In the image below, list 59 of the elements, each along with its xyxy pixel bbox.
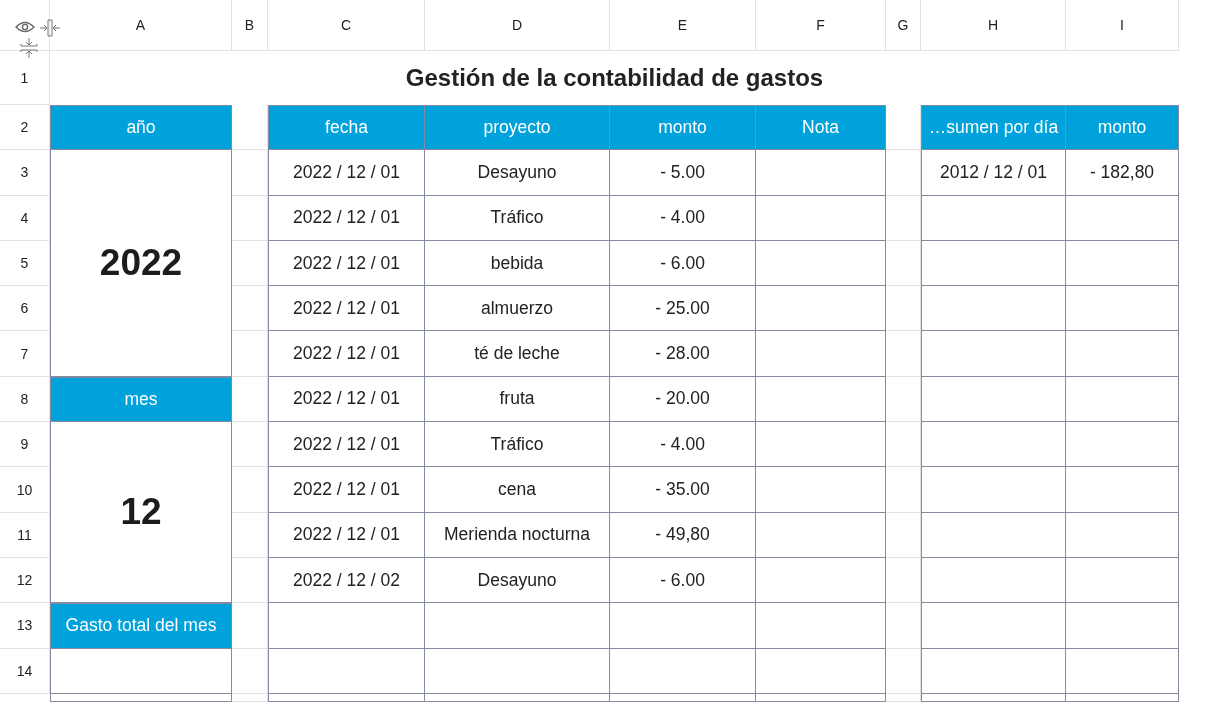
table-cell: 2022 / 12 / 01 xyxy=(268,240,425,287)
column-header[interactable]: F xyxy=(756,0,886,51)
column-header[interactable]: H xyxy=(921,0,1066,51)
table-cell: 2022 / 12 / 01 xyxy=(268,331,425,377)
table-cell: - 5.00 xyxy=(610,150,756,196)
table-cell: 2022 / 12 / 02 xyxy=(268,557,425,604)
table-cell: - 6.00 xyxy=(610,557,756,604)
table-cell: - 6.00 xyxy=(610,240,756,287)
table-cell: - 4.00 xyxy=(610,195,756,241)
table-cell: 2022 / 12 / 01 xyxy=(268,286,425,332)
header-cell: Gasto total del mes xyxy=(50,603,232,649)
table-cell: - 35.00 xyxy=(610,467,756,513)
table-cell: Tráfico xyxy=(425,422,610,468)
table-cell: 2022 / 12 / 01 xyxy=(268,195,425,241)
table-cell: - 4.00 xyxy=(610,422,756,468)
table-cell: bebida xyxy=(425,240,610,287)
table-cell: fruta xyxy=(425,376,610,423)
column-resize-icon[interactable] xyxy=(39,19,61,37)
table-cell: 2022 / 12 / 01 xyxy=(268,467,425,513)
header-cell: fecha xyxy=(268,105,425,151)
row-number[interactable]: 1 xyxy=(0,51,50,105)
table-cell: 2022 / 12 / 01 xyxy=(268,376,425,423)
header-cell: mes xyxy=(50,376,232,423)
table-cell: almuerzo xyxy=(425,286,610,332)
table-cell: - 28.00 xyxy=(610,331,756,377)
empty-cell[interactable] xyxy=(50,648,232,694)
table-cell: Tráfico xyxy=(425,195,610,241)
header-cell: monto xyxy=(610,105,756,151)
table-cell: - 182,80 xyxy=(1066,150,1179,196)
column-header[interactable]: B xyxy=(232,0,268,51)
header-cell: Nota xyxy=(756,105,886,151)
table-cell: Desayuno xyxy=(425,150,610,196)
table-cell: - 49,80 xyxy=(610,512,756,558)
column-header[interactable]: A xyxy=(50,0,232,51)
header-cell: año xyxy=(50,105,232,151)
column-header[interactable]: D xyxy=(425,0,610,51)
month-value: 12 xyxy=(50,422,232,604)
table-cell: 2022 / 12 / 01 xyxy=(268,512,425,558)
table-cell: 2022 / 12 / 01 xyxy=(268,150,425,196)
table-cell: Merienda nocturna xyxy=(425,512,610,558)
table-cell: - 20.00 xyxy=(610,376,756,423)
column-header[interactable]: C xyxy=(268,0,425,51)
table-cell: té de leche xyxy=(425,331,610,377)
row-resize-icon[interactable] xyxy=(20,38,38,58)
column-header[interactable]: E xyxy=(610,0,756,51)
column-header[interactable]: I xyxy=(1066,0,1179,51)
table-cell: Desayuno xyxy=(425,557,610,604)
header-cell: monto xyxy=(1066,105,1179,151)
empty-cell[interactable] xyxy=(50,693,232,702)
table-cell: - 25.00 xyxy=(610,286,756,332)
column-header[interactable]: G xyxy=(886,0,921,51)
header-cell: proyecto xyxy=(425,105,610,151)
sheet-title: Gestión de la contabilidad de gastos xyxy=(404,63,825,93)
header-cell: …sumen por día xyxy=(921,105,1066,151)
table-cell: cena xyxy=(425,467,610,513)
year-value: 2022 xyxy=(50,150,232,377)
table-cell: 2022 / 12 / 01 xyxy=(268,422,425,468)
table-cell: 2012 / 12 / 01 xyxy=(921,150,1066,196)
eye-icon[interactable] xyxy=(15,21,35,33)
